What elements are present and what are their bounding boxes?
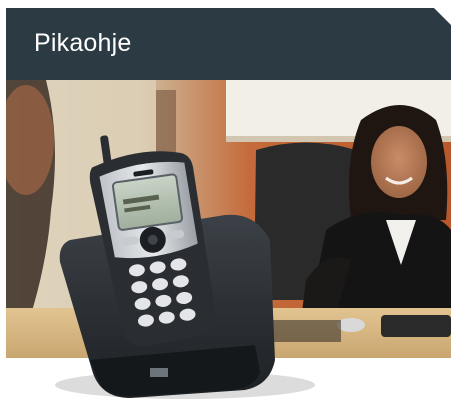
cisco-logo-icon: [150, 368, 168, 377]
cordless-phone-illustration: [55, 135, 315, 399]
